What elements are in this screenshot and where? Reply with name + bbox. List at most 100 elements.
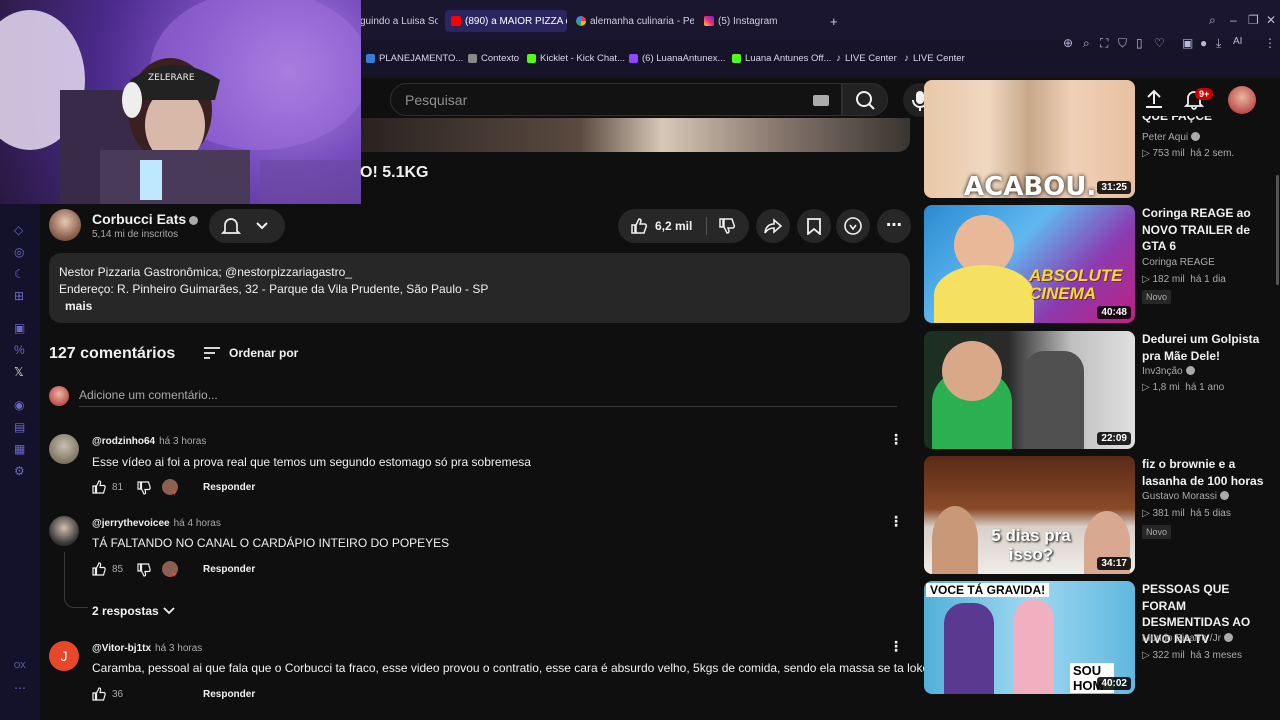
calendar-icon[interactable]: ▦ <box>14 442 25 456</box>
comment-avatar[interactable]: J <box>49 641 79 671</box>
reply-button[interactable]: Responder <box>203 564 255 575</box>
video-duration: 34:17 <box>1097 557 1131 570</box>
bookmark-live-center-2[interactable]: ♪ LIVE Center <box>904 53 965 64</box>
percent-icon[interactable]: % <box>14 343 25 357</box>
more-actions-button[interactable]: ⋯ <box>877 209 911 243</box>
description-box[interactable]: Nestor Pizzaria Gastronômica; @nestorpiz… <box>49 253 910 323</box>
save-button[interactable] <box>797 209 831 243</box>
rec-thumbnail[interactable]: 22:09 <box>924 331 1135 449</box>
show-replies-button[interactable]: 2 respostas <box>92 603 192 619</box>
rec-channel[interactable]: Coringa REAGE <box>1142 257 1215 268</box>
thumbs-up-icon[interactable] <box>92 480 106 494</box>
upload-icon[interactable] <box>1143 88 1165 110</box>
tab-label: (5) Instagram <box>718 15 778 27</box>
maximize-icon[interactable]: ❐ <box>1248 13 1259 27</box>
video-player[interactable] <box>360 118 910 152</box>
heart-icon[interactable]: ♡ <box>1154 36 1165 50</box>
subscription-bell-button[interactable] <box>209 209 285 243</box>
profile-icon[interactable]: ● <box>1200 36 1207 50</box>
translate-icon[interactable]: ⌕ <box>1083 36 1090 51</box>
rec-channel[interactable]: Gustavo Morassi <box>1142 491 1230 502</box>
comment-avatar[interactable] <box>49 434 79 464</box>
tab-luisa[interactable]: guindo a Luisa Sor <box>360 10 438 32</box>
tab-google[interactable]: alemanha culinaria - Pesq <box>576 10 694 32</box>
comment-menu-icon[interactable]: ⋮ <box>889 638 903 655</box>
thumbs-up-icon[interactable] <box>92 562 106 576</box>
rec-title[interactable]: Coringa REAGE ao NOVO TRAILER de GTA 6 <box>1142 205 1270 255</box>
tab-youtube-active[interactable]: (890) a MAIOR PIZZA de M <box>445 10 567 32</box>
rec-title[interactable]: Dedurei um Golpista pra Mãe Dele! <box>1142 331 1270 364</box>
bookmark-twitch[interactable]: (6) LuanaAntunex... <box>629 53 725 64</box>
wallet-icon[interactable]: ▣ <box>1182 36 1193 50</box>
screenshot-icon[interactable]: ⛶ <box>1100 36 1108 51</box>
minimize-icon[interactable]: – <box>1230 13 1237 27</box>
rec-channel[interactable]: Peter Aqui <box>1142 132 1201 143</box>
twitch-icon[interactable]: ▣ <box>14 321 25 335</box>
comment-avatar[interactable] <box>49 516 79 546</box>
comment-menu-icon[interactable]: ⋮ <box>889 513 903 530</box>
plus-box-icon[interactable]: ⊞ <box>14 289 24 303</box>
new-badge: Novo <box>1142 290 1172 304</box>
bookmark-kick[interactable]: Luana Antunes Off... <box>732 53 831 64</box>
share-button[interactable] <box>756 209 790 243</box>
bookmark-planejamento[interactable]: PLANEJAMENTO... <box>366 53 463 64</box>
ai-button[interactable]: AI <box>1233 36 1242 47</box>
zoom-icon[interactable]: ⊕ <box>1063 36 1073 50</box>
close-window-icon[interactable]: ✕ <box>1266 13 1276 27</box>
scrollbar-thumb[interactable] <box>1276 175 1279 285</box>
rec-thumbnail[interactable]: VOCE TÁ GRAVIDA! SOU HOM 40:02 <box>924 581 1135 694</box>
channel-avatar[interactable] <box>49 209 81 241</box>
rec-title[interactable]: QUE FAÇCE <box>1142 116 1212 124</box>
diamond-icon[interactable]: ◇ <box>14 223 23 237</box>
download-icon[interactable]: ⤓ <box>1216 36 1221 51</box>
show-more-link[interactable]: mais <box>65 299 92 313</box>
bookmark-contexto[interactable]: Contexto <box>468 53 519 64</box>
thumbs-down-icon[interactable] <box>137 563 151 577</box>
rec-thumbnail[interactable]: ACABOU. 31:25 <box>924 80 1135 198</box>
like-button[interactable]: 6,2 mil <box>618 209 706 243</box>
replies-label: 2 respostas <box>92 604 159 618</box>
bookmark-kicklet[interactable]: Kicklet - Kick Chat... <box>527 53 625 64</box>
more-icon[interactable]: ⋯ <box>14 681 26 695</box>
comment-author[interactable]: @jerrythevoicee há 4 horas <box>92 518 221 529</box>
comment-author[interactable]: @rodzinho64 há 3 horas <box>92 436 206 447</box>
bookmark-icon[interactable]: ▯ <box>1136 36 1143 50</box>
circle-icon[interactable]: ◎ <box>14 245 24 259</box>
avatar[interactable] <box>1228 86 1256 114</box>
search-button[interactable] <box>842 83 888 116</box>
search-input[interactable]: Pesquisar <box>405 92 467 108</box>
notes-icon[interactable]: ▤ <box>14 420 25 434</box>
comment-menu-icon[interactable]: ⋮ <box>889 431 903 448</box>
reply-button[interactable]: Responder <box>203 482 255 493</box>
dislike-button[interactable] <box>707 209 749 243</box>
rec-channel[interactable]: Inv3nção <box>1142 366 1195 377</box>
rec-channel[interactable]: Mundo Bizarro /Jr <box>1142 633 1233 644</box>
new-tab-button[interactable]: + <box>830 10 838 32</box>
tab-instagram[interactable]: (5) Instagram <box>704 10 804 32</box>
channel-name: Inv3nção <box>1142 366 1183 377</box>
thumbs-down-icon[interactable] <box>137 481 151 495</box>
streamer-image: ZELERARE <box>0 0 361 204</box>
add-comment-input[interactable]: Adicione um comentário... <box>79 388 218 402</box>
sort-button[interactable]: Ordenar por <box>203 344 303 364</box>
search-tabs-icon[interactable]: ⌕ <box>1209 13 1216 28</box>
shield-icon[interactable]: ⛉ <box>1118 36 1127 51</box>
search-box[interactable]: Pesquisar <box>390 83 842 116</box>
keyboard-icon[interactable] <box>813 95 829 106</box>
comment-author[interactable]: @Vitor-bj1tx há 3 horas <box>92 643 202 654</box>
menu-icon[interactable]: ⋮ <box>1264 36 1276 50</box>
new-badge: Novo <box>1142 525 1172 539</box>
rec-title[interactable]: fiz o brownie e a lasanha de 100 horas <box>1142 456 1270 489</box>
x-icon[interactable]: 𝕏 <box>14 365 24 379</box>
thanks-button[interactable] <box>836 209 870 243</box>
settings-icon[interactable]: ⚙ <box>14 464 25 478</box>
channel-name[interactable]: Corbucci Eats <box>92 211 199 227</box>
reply-button[interactable]: Responder <box>203 689 255 700</box>
moon-icon[interactable]: ☾ <box>14 267 25 281</box>
rec-thumbnail[interactable]: ABSOLUTE CINEMA 40:48 <box>924 205 1135 323</box>
rec-thumbnail[interactable]: 5 dias pra isso? 34:17 <box>924 456 1135 574</box>
video-duration: 22:09 <box>1097 432 1131 445</box>
thumbs-up-icon[interactable] <box>92 687 106 701</box>
bookmark-live-center[interactable]: ♪ LIVE Center <box>836 53 897 64</box>
play-circle-icon[interactable]: ◉ <box>14 398 24 412</box>
